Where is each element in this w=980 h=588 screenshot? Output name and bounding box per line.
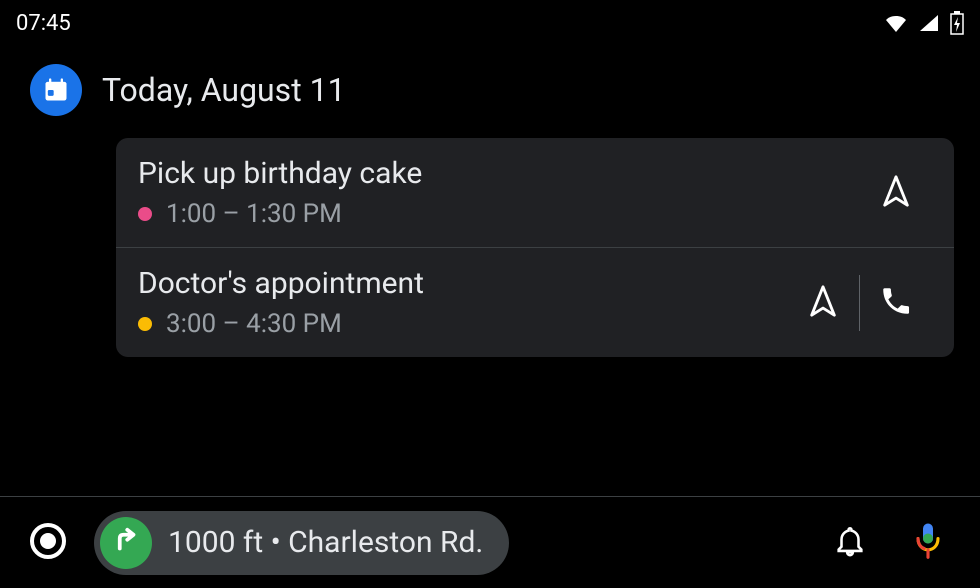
phone-icon: [879, 284, 913, 322]
turn-right-icon: [111, 526, 141, 560]
navigation-arrow-icon: [806, 284, 840, 322]
event-color-dot: [138, 317, 152, 331]
navigation-pill[interactable]: 1000 ft • Charleston Rd.: [94, 511, 509, 575]
wifi-icon: [884, 13, 908, 33]
calendar-icon: [30, 64, 82, 116]
event-title: Doctor's appointment: [138, 266, 787, 301]
home-button[interactable]: [24, 519, 72, 567]
cellular-icon: [918, 13, 940, 33]
event-item[interactable]: Pick up birthday cake 1:00 – 1:30 PM: [116, 138, 954, 247]
status-bar: 07:45: [0, 0, 980, 46]
mic-icon: [913, 521, 943, 565]
turn-icon-badge: [100, 517, 152, 569]
page-header: Today, August 11: [0, 46, 980, 138]
circle-icon: [28, 521, 68, 565]
event-time: 3:00 – 4:30 PM: [166, 309, 342, 339]
navigate-button[interactable]: [860, 157, 932, 229]
event-color-dot: [138, 207, 152, 221]
navigation-text: 1000 ft • Charleston Rd.: [168, 525, 483, 560]
voice-button[interactable]: [900, 515, 956, 571]
status-time: 07:45: [16, 11, 71, 36]
event-item[interactable]: Doctor's appointment 3:00 – 4:30 PM: [116, 247, 954, 357]
status-icons: [884, 11, 964, 35]
navigation-arrow-icon: [879, 174, 913, 212]
event-time: 1:00 – 1:30 PM: [166, 199, 342, 229]
notifications-button[interactable]: [822, 515, 878, 571]
event-title: Pick up birthday cake: [138, 156, 860, 191]
bottom-bar: 1000 ft • Charleston Rd.: [0, 496, 980, 588]
navigate-button[interactable]: [787, 267, 859, 339]
battery-icon: [950, 11, 964, 35]
call-button[interactable]: [860, 267, 932, 339]
bell-icon: [833, 524, 867, 562]
event-list: Pick up birthday cake 1:00 – 1:30 PM Doc…: [116, 138, 954, 357]
page-title: Today, August 11: [102, 71, 346, 109]
